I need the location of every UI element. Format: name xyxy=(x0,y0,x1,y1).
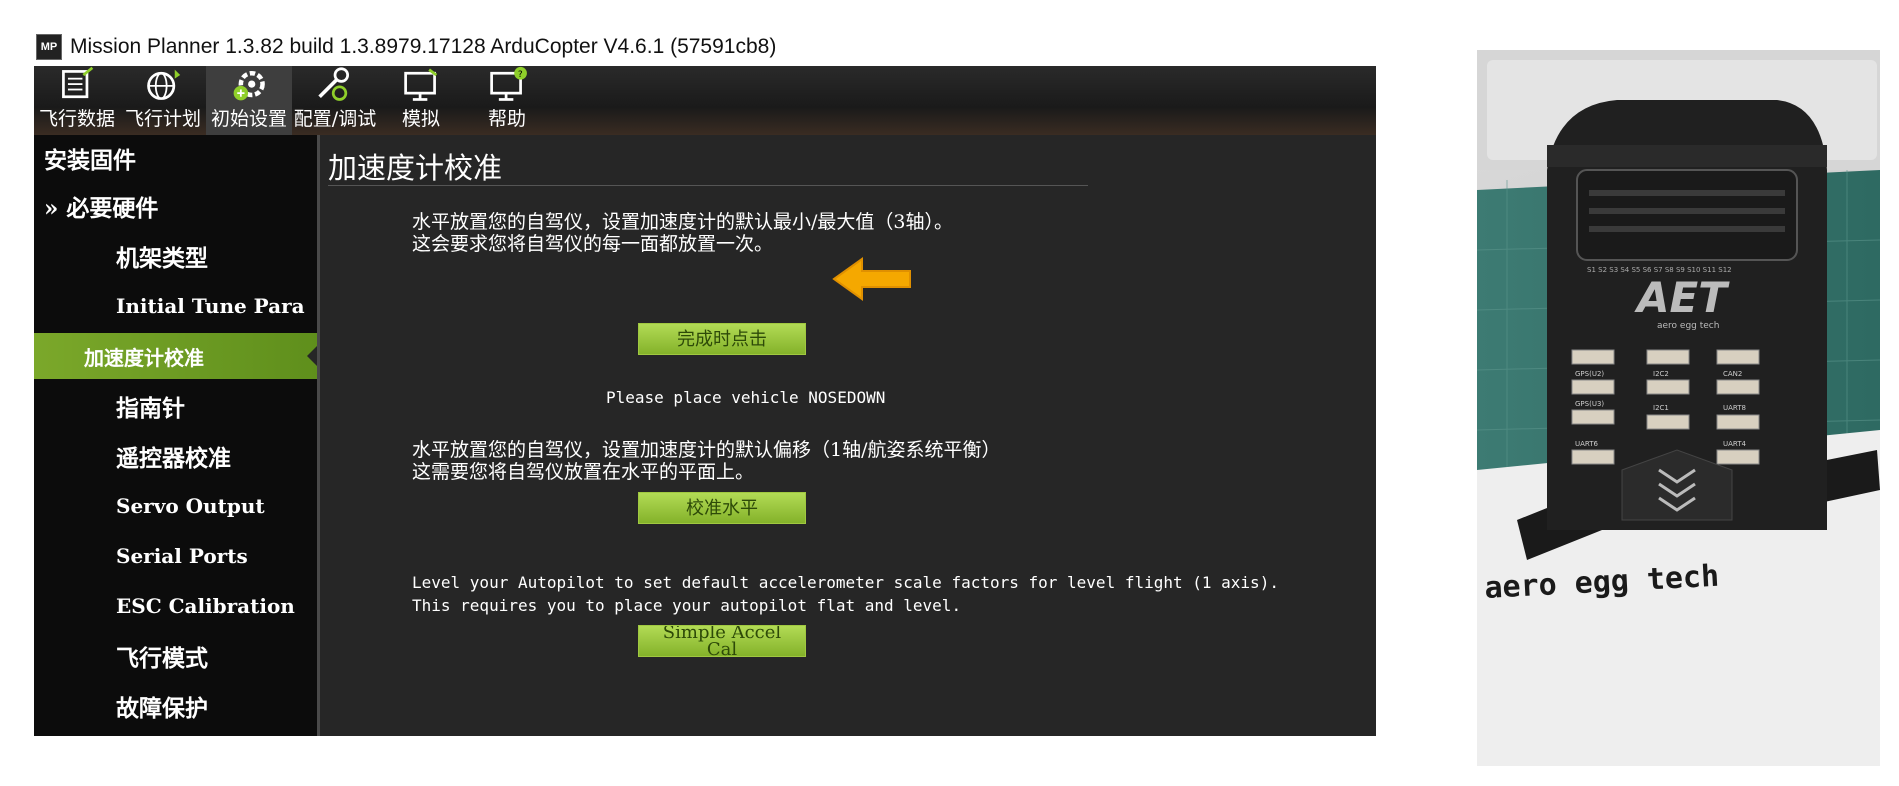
level-cal-description: 水平放置您的自驾仪，设置加速度计的默认偏移（1轴/航姿系统平衡） 这需要您将自驾仪… xyxy=(412,439,1001,483)
port-label-i2c1: I2C1 xyxy=(1653,404,1669,412)
simple-accel-cal-label-2: Cal xyxy=(706,639,738,657)
toolbar-simulation[interactable]: 模拟 xyxy=(378,66,464,135)
port-label-gps-u2: GPS(U2) xyxy=(1575,370,1604,378)
simulation-icon xyxy=(404,68,438,101)
sidebar-item-radio-calibration[interactable]: 遥控器校准 xyxy=(34,433,317,479)
toolbar-flight-plan[interactable]: 飞行计划 xyxy=(120,66,206,135)
flight-controller-image: aero egg tech S1 S2 S3 S4 S5 S6 S7 S8 S9… xyxy=(1477,50,1880,766)
sidebar-item-install-firmware[interactable]: 安装固件 xyxy=(34,135,317,181)
accel-cal-line-2: 这会要求您将自驾仪的每一面都放置一次。 xyxy=(412,233,774,255)
toolbar-config-tuning-label: 配置/调试 xyxy=(293,108,377,130)
initial-setup-icon xyxy=(233,70,265,101)
sidebar-item-compass[interactable]: 指南针 xyxy=(34,383,317,429)
calibration-status-text: Please place vehicle NOSEDOWN xyxy=(606,388,886,407)
toolbar-flight-plan-label: 飞行计划 xyxy=(124,108,201,130)
sidebar-item-esc-calibration[interactable]: ESC Calibration xyxy=(34,583,317,629)
port-label-can2: CAN2 xyxy=(1723,370,1742,378)
calibrate-level-button[interactable]: 校准水平 xyxy=(638,492,806,524)
accel-cal-line-1: 水平放置您的自驾仪，设置加速度计的默认最小/最大值（3轴）。 xyxy=(412,211,953,233)
simple-accel-line-2: This requires you to place your autopilo… xyxy=(412,596,962,615)
mission-planner-logo-icon: MP xyxy=(36,34,62,60)
toolbar-help[interactable]: ? 帮助 xyxy=(464,66,550,135)
accel-cal-description: 水平放置您的自驾仪，设置加速度计的默认最小/最大值（3轴）。 这会要求您将自驾仪的… xyxy=(412,211,953,255)
flight-data-icon xyxy=(62,66,94,99)
window-title: Mission Planner 1.3.82 build 1.3.8979.17… xyxy=(70,35,777,58)
sidebar-item-failsafe[interactable]: 故障保护 xyxy=(34,683,317,729)
port-label-uart8: UART8 xyxy=(1723,404,1746,412)
sidebar-item-servo-output[interactable]: Servo Output xyxy=(34,483,317,529)
toolbar-flight-data[interactable]: 飞行数据 xyxy=(34,66,120,135)
sidebar-item-flight-modes[interactable]: 飞行模式 xyxy=(34,633,317,679)
level-cal-line-2: 这需要您将自驾仪放置在水平的平面上。 xyxy=(412,461,755,483)
click-when-done-button[interactable]: 完成时点击 xyxy=(638,323,806,355)
title-underline xyxy=(328,185,1088,186)
port-label-uart4: UART4 xyxy=(1723,440,1747,448)
flight-plan-icon xyxy=(147,69,181,100)
toolbar-config-tuning[interactable]: 配置/调试 xyxy=(292,66,378,135)
annotation-arrow-icon xyxy=(832,257,911,301)
svg-text:?: ? xyxy=(518,70,523,80)
port-label-i2c2: I2C2 xyxy=(1653,370,1669,378)
simple-accel-line-1: Level your Autopilot to set default acce… xyxy=(412,573,1279,592)
window-title-bar: MP Mission Planner 1.3.82 build 1.3.8979… xyxy=(36,32,776,62)
sidebar-item-frame-type[interactable]: 机架类型 xyxy=(34,233,317,279)
page-title: 加速度计校准 xyxy=(328,151,503,185)
sidebar-item-mandatory-hardware[interactable]: » 必要硬件 xyxy=(34,183,317,229)
toolbar-help-label: 帮助 xyxy=(487,108,526,130)
config-tuning-icon xyxy=(318,67,350,101)
port-label-uart6: UART6 xyxy=(1575,440,1599,448)
simple-accel-cal-button[interactable]: Simple Accel Cal xyxy=(638,625,806,657)
main-toolbar: 飞行数据 飞行计划 初始设置 配置/调试 模拟 ? 帮助 xyxy=(34,66,1376,135)
level-cal-line-1: 水平放置您的自驾仪，设置加速度计的默认偏移（1轴/航姿系统平衡） xyxy=(412,439,1001,461)
mission-planner-window: 飞行数据 飞行计划 初始设置 配置/调试 模拟 ? 帮助 安装固件 » 必要硬件… xyxy=(34,66,1376,736)
toolbar-flight-data-label: 飞行数据 xyxy=(38,108,115,130)
help-icon: ? xyxy=(490,66,527,101)
toolbar-initial-setup-label: 初始设置 xyxy=(210,108,287,130)
sidebar-item-initial-tune-params[interactable]: Initial Tune Para xyxy=(34,283,317,329)
sidebar-item-serial-ports[interactable]: Serial Ports xyxy=(34,533,317,579)
sidebar-item-accel-calibration[interactable]: 加速度计校准 xyxy=(34,333,317,379)
aet-logo-subtext: aero egg tech xyxy=(1657,321,1719,331)
flight-controller-photo: aero egg tech S1 S2 S3 S4 S5 S6 S7 S8 S9… xyxy=(1477,50,1880,766)
aet-logo-text: AET xyxy=(1634,273,1730,322)
port-label-gps-u3: GPS(U3) xyxy=(1575,400,1604,408)
toolbar-simulation-label: 模拟 xyxy=(401,108,440,130)
toolbar-initial-setup[interactable]: 初始设置 xyxy=(206,66,292,135)
accel-calibration-panel: 加速度计校准 水平放置您的自驾仪，设置加速度计的默认最小/最大值（3轴）。 这会要… xyxy=(320,135,1376,736)
simple-accel-description: Level your Autopilot to set default acce… xyxy=(412,571,1279,617)
setup-sidebar: 安装固件 » 必要硬件 机架类型 Initial Tune Para 加速度计校… xyxy=(34,135,317,736)
